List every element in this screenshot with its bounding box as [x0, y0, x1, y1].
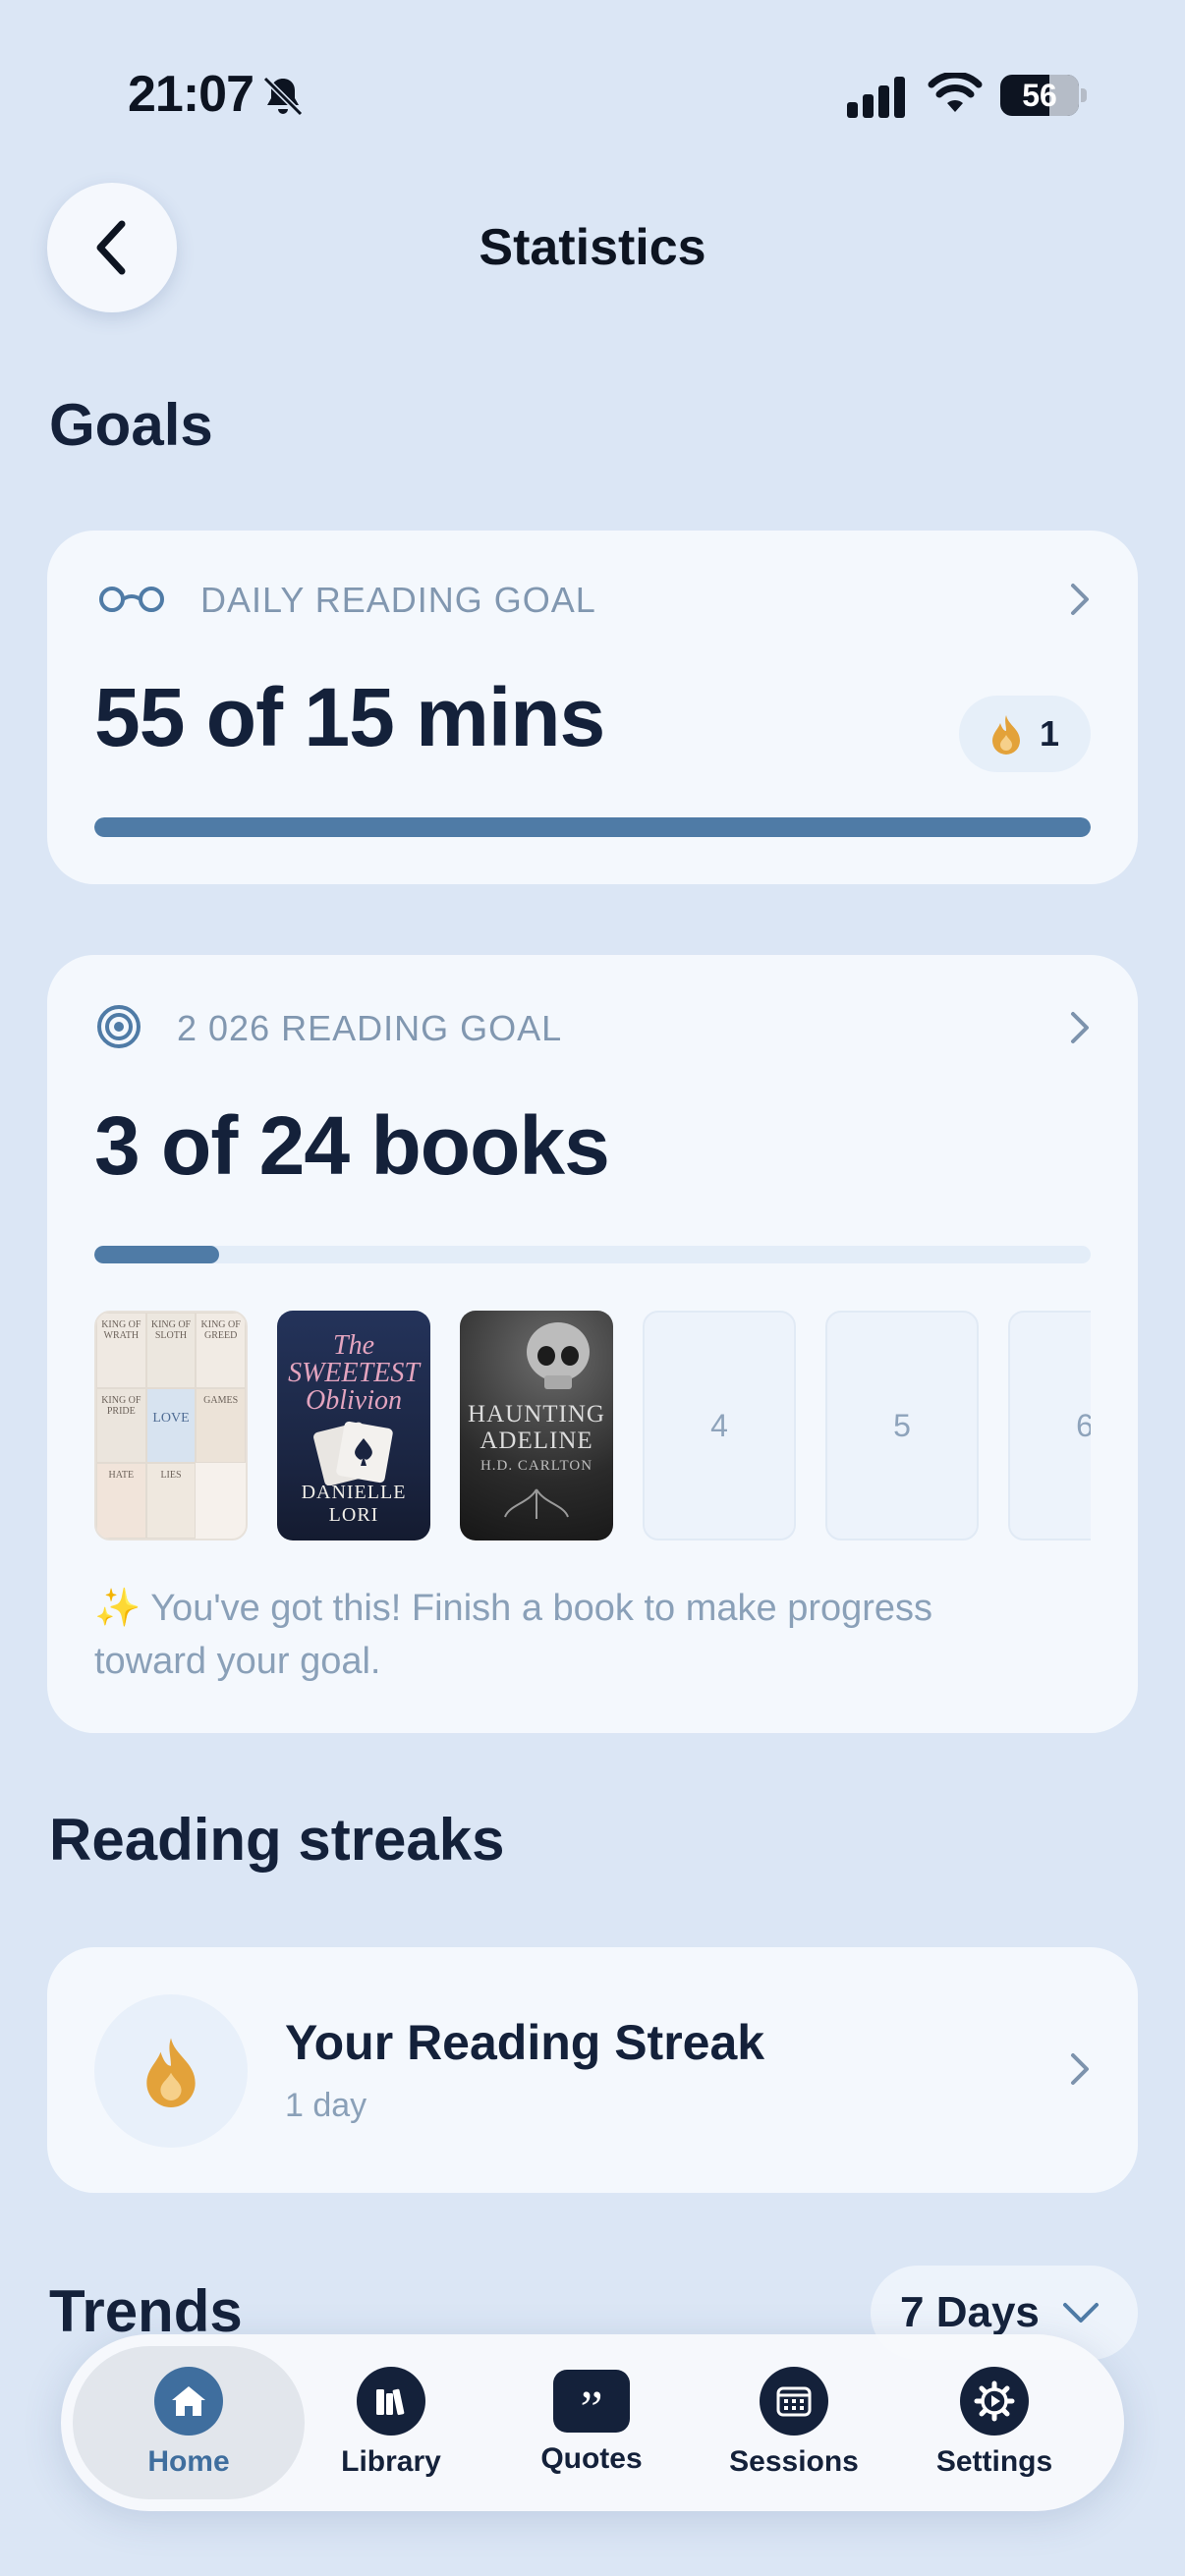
yearly-goal-label: 2 026 READING GOAL: [177, 1008, 563, 1048]
chevron-right-icon[interactable]: [1065, 2049, 1095, 2089]
tab-sessions[interactable]: Sessions: [711, 2346, 876, 2499]
flame-icon: [991, 715, 1020, 755]
streaks-section-title: Reading streaks: [49, 1807, 505, 1873]
book-author: H.D. CARLTON: [480, 1458, 593, 1474]
book-title: HAUNTING ADELINE: [468, 1401, 605, 1454]
bell-slash-icon: [262, 76, 304, 117]
home-icon: [154, 2367, 223, 2436]
gear-icon: [960, 2367, 1029, 2436]
collage-tile: LIES: [145, 1463, 197, 1539]
chevron-right-icon[interactable]: [1065, 580, 1095, 619]
chevron-right-icon[interactable]: [1065, 1008, 1095, 1047]
calendar-icon: [760, 2367, 828, 2436]
daily-goal-value: 55 of 15 mins: [94, 671, 605, 763]
collage-tile: KING OF PRIDE: [96, 1387, 146, 1464]
streak-badge: 1: [959, 696, 1091, 772]
sparkles-icon: ✨: [94, 1588, 141, 1629]
empty-book-slot[interactable]: 5: [825, 1311, 979, 1540]
flame-icon: [146, 2038, 196, 2107]
signal-icon: [847, 77, 905, 118]
status-time: 21:07: [128, 66, 254, 123]
book-title: The SWEETEST Oblivion: [288, 1330, 420, 1416]
motivation-text: ✨ You've got this! Finish a book to make…: [94, 1588, 933, 1682]
range-label: 7 Days: [900, 2288, 1040, 2336]
goals-section-title: Goals: [49, 392, 213, 458]
tab-quotes[interactable]: ” Quotes: [511, 2346, 672, 2499]
quote-icon: ”: [553, 2370, 630, 2436]
yearly-goal-value: 3 of 24 books: [94, 1099, 610, 1192]
collage-tile: GAMES: [196, 1387, 246, 1464]
streak-subtitle: 1 day: [285, 2087, 367, 2124]
battery-tip: [1081, 88, 1087, 102]
ornament-icon: [504, 1488, 569, 1519]
collage-tile: KING OF GREED: [196, 1313, 246, 1388]
book-cover[interactable]: The SWEETEST Oblivion DANIELLE LORI: [277, 1311, 430, 1540]
collage-tile: LOVE: [145, 1387, 197, 1464]
yearly-goal-progress: [94, 1246, 1091, 1263]
playing-card-icon: [313, 1421, 393, 1485]
book-covers-strip[interactable]: KING OF WRATH KING OF SLOTH KING OF GREED K…: [94, 1311, 1091, 1542]
streak-flame-circle: [94, 1994, 248, 2148]
tab-settings[interactable]: Settings: [908, 2346, 1081, 2499]
glasses-icon: [99, 587, 164, 612]
empty-book-slot[interactable]: 6: [1008, 1311, 1091, 1540]
streak-count: 1: [1039, 713, 1060, 754]
books-icon: [357, 2367, 425, 2436]
daily-goal-progress: [94, 817, 1091, 837]
streak-title: Your Reading Streak: [285, 2015, 765, 2070]
page-title: Statistics: [479, 219, 706, 276]
wifi-icon: [928, 73, 983, 112]
book-cover[interactable]: KING OF WRATH KING OF SLOTH KING OF GREED K…: [94, 1311, 248, 1540]
battery-icon: 56: [1000, 75, 1079, 116]
collage-tile: KING OF SLOTH: [145, 1313, 197, 1388]
tab-library[interactable]: Library: [310, 2346, 472, 2499]
daily-goal-label: DAILY READING GOAL: [200, 580, 596, 620]
empty-book-slot[interactable]: 4: [643, 1311, 796, 1540]
target-icon: [97, 1005, 141, 1048]
collage-tile: KING OF WRATH: [96, 1313, 146, 1388]
chevron-down-icon: [1062, 2303, 1099, 2323]
tab-home[interactable]: Home: [73, 2346, 305, 2499]
book-cover[interactable]: HAUNTING ADELINE H.D. CARLTON: [460, 1311, 613, 1540]
skull-icon: [527, 1322, 590, 1389]
collage-tile: HATE: [96, 1463, 146, 1539]
book-author: DANIELLE LORI: [301, 1482, 407, 1526]
